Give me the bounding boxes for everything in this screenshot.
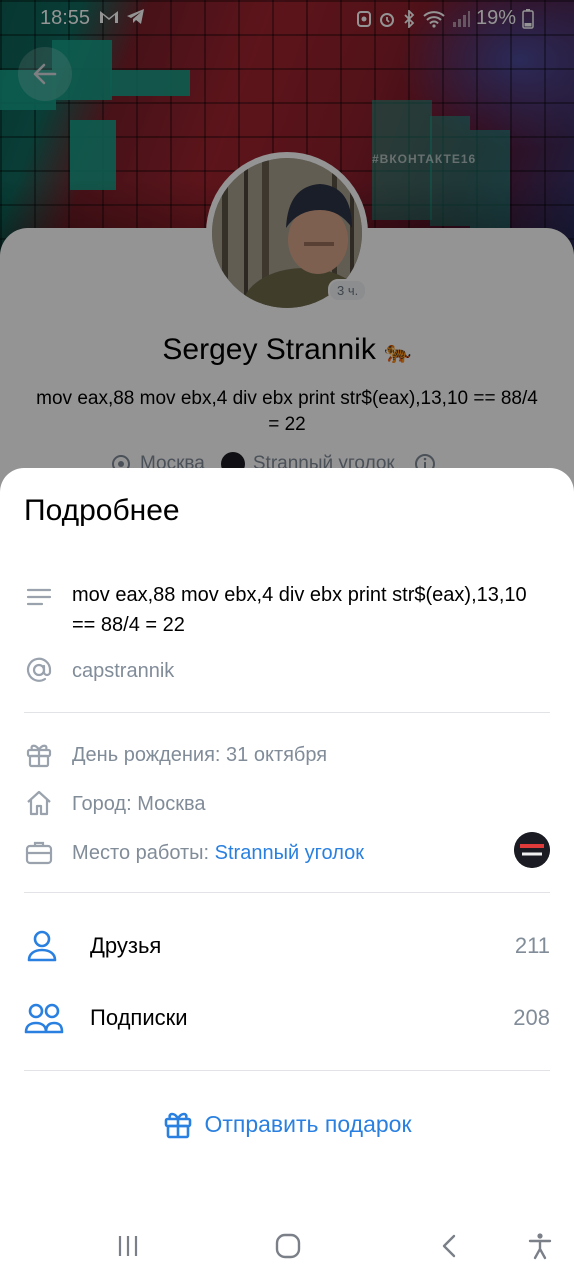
separator [24,1070,550,1071]
username-link[interactable]: capstrannik [72,660,174,683]
subscriptions-label: Подписки [90,1005,188,1030]
sheet-title: Подробнее [24,494,180,527]
city-text: Город: Москва [72,793,206,815]
gift-icon [26,744,52,768]
home-nav-button[interactable] [270,1228,306,1264]
send-gift-button[interactable]: Отправить подарок [0,1108,574,1140]
accessibility-button[interactable] [522,1228,558,1264]
back-chevron-icon [442,1234,456,1258]
home-icon [27,790,51,816]
birthday-text: День рождения: 31 октября [72,744,328,766]
friends-count: 211 [514,933,550,958]
work-text: Место работы: Strannый уголок [72,842,364,864]
at-icon [26,657,52,682]
send-gift-label: Отправить подарок [204,1110,412,1137]
subscriptions-count: 208 [513,1005,550,1030]
system-nav-bar [0,1210,574,1280]
home-circle-icon [275,1233,301,1259]
person-icon [27,930,57,962]
text-lines-icon [26,588,52,606]
about-text: mov eax,88 mov ebx,4 div ebx print str$(… [72,584,527,636]
accessibility-icon [528,1233,552,1260]
people-icon [24,1003,64,1034]
back-nav-button[interactable] [432,1228,468,1264]
details-sheet: Подробнее mov eax,88 mov ebx,4 div ebx p… [0,468,574,1280]
recent-apps-icon [118,1236,138,1256]
separator [24,712,550,713]
work-link[interactable]: Strannый уголок [215,842,364,864]
gift-icon [165,1112,192,1139]
friends-label: Друзья [90,933,162,958]
briefcase-icon [25,841,53,865]
separator [24,892,550,893]
work-logo[interactable] [514,832,550,868]
recent-apps-button[interactable] [110,1228,146,1264]
